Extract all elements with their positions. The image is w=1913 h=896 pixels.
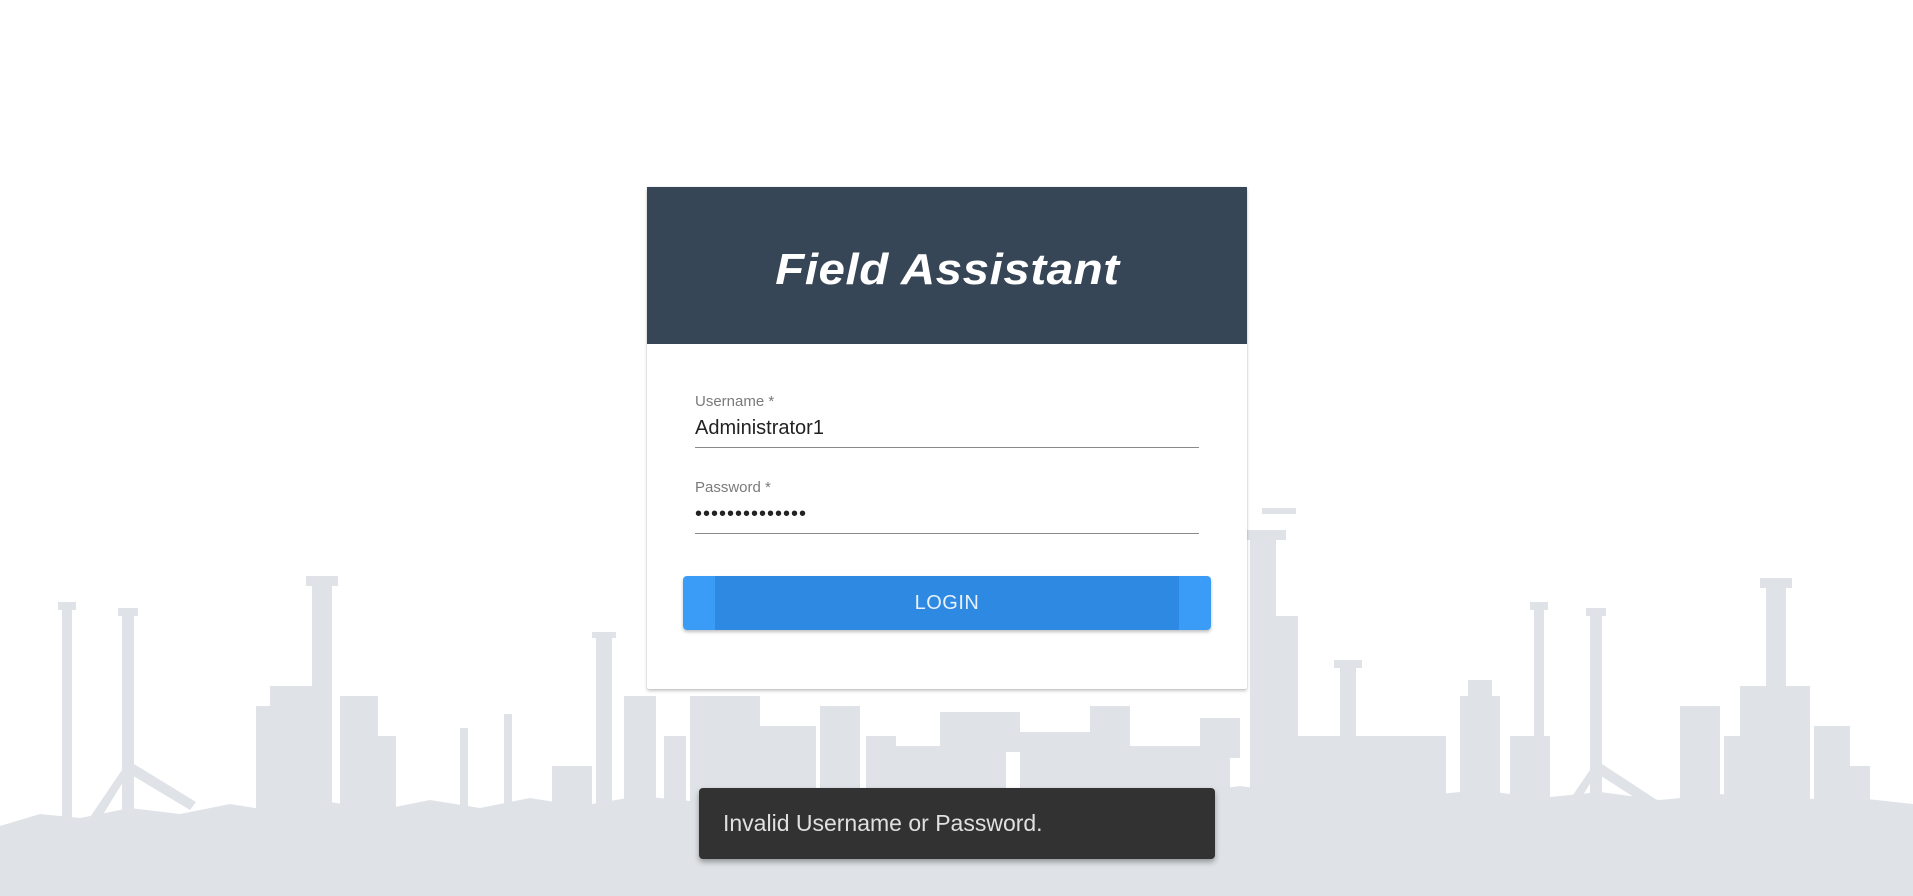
password-field: Password * bbox=[695, 479, 1199, 534]
username-field: Username * bbox=[695, 393, 1199, 448]
login-card: Field Assistant Username * Password * LO… bbox=[647, 187, 1247, 689]
login-button[interactable]: LOGIN bbox=[683, 576, 1211, 630]
snackbar-message: Invalid Username or Password. bbox=[723, 810, 1043, 836]
username-label: Username * bbox=[695, 393, 775, 410]
username-input[interactable] bbox=[695, 411, 1199, 448]
error-snackbar: Invalid Username or Password. bbox=[699, 788, 1215, 859]
card-header: Field Assistant bbox=[647, 187, 1247, 344]
password-label: Password * bbox=[695, 479, 771, 496]
app-title: Field Assistant bbox=[774, 244, 1120, 294]
login-page: Field Assistant Username * Password * LO… bbox=[0, 0, 1913, 896]
password-input[interactable] bbox=[695, 497, 1199, 534]
